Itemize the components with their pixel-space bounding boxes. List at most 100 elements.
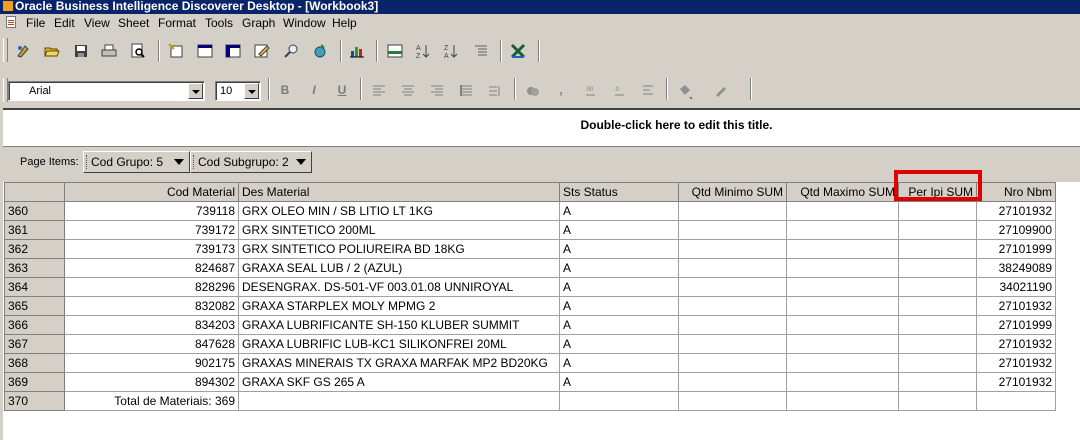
- row-number[interactable]: 366: [4, 315, 65, 335]
- table-cell[interactable]: [786, 258, 899, 278]
- table-row[interactable]: 367 847628 GRAXA LUBRIFIC LUB-KC1 SILIKONF…: [4, 334, 1056, 354]
- align-right-icon[interactable]: [426, 80, 448, 102]
- find-icon[interactable]: [280, 40, 302, 62]
- totals-icon[interactable]: [384, 40, 406, 62]
- table-cell[interactable]: GRAXA SEAL LUB / 2 (AZUL): [238, 258, 560, 278]
- table-cell[interactable]: 27101932: [976, 201, 1056, 221]
- table-cell[interactable]: GRX SINTETICO 200ML: [238, 220, 560, 240]
- table-cell[interactable]: [678, 201, 787, 221]
- table-cell[interactable]: [898, 201, 977, 221]
- table-cell[interactable]: 27101932: [976, 334, 1056, 354]
- underline-button[interactable]: U: [332, 80, 352, 100]
- drag-handle-icon[interactable]: [193, 155, 195, 169]
- menu-edit[interactable]: Edit: [54, 16, 75, 30]
- table-cell[interactable]: 847628: [64, 334, 239, 354]
- report-title[interactable]: Double-click here to edit this title.: [3, 118, 1080, 132]
- table-row[interactable]: 369 894302 GRAXA SKF GS 265 A A 27101932: [4, 372, 1056, 392]
- currency-icon[interactable]: [522, 80, 544, 102]
- table-cell[interactable]: A: [559, 296, 679, 316]
- corner-header[interactable]: [4, 182, 65, 202]
- table-cell[interactable]: 27101932: [976, 296, 1056, 316]
- table-row[interactable]: 360 739118 GRX OLEO MIN / SB LITIO LT 1KG A…: [4, 201, 1056, 221]
- indent-icon[interactable]: [638, 80, 660, 102]
- table-cell[interactable]: [976, 391, 1056, 411]
- table-icon[interactable]: [194, 40, 216, 62]
- table-cell[interactable]: [678, 277, 787, 297]
- menu-window[interactable]: Window: [283, 16, 326, 30]
- table-cell[interactable]: [898, 372, 977, 392]
- menu-graph[interactable]: Graph: [242, 16, 275, 30]
- table-cell[interactable]: [678, 372, 787, 392]
- refresh-icon[interactable]: [309, 40, 331, 62]
- table-cell[interactable]: GRAXA STARPLEX MOLY MPMG 2: [238, 296, 560, 316]
- decrease-decimal-icon[interactable]: .0: [609, 80, 631, 102]
- table-cell[interactable]: 902175: [64, 353, 239, 373]
- table-cell[interactable]: [786, 220, 899, 240]
- drag-handle-icon[interactable]: [86, 155, 88, 169]
- table-cell[interactable]: DESENGRAX. DS-501-VF 003.01.08 UNNIROYAL: [238, 277, 560, 297]
- table-cell[interactable]: 27109900: [976, 220, 1056, 240]
- table-row[interactable]: 363 824687 GRAXA SEAL LUB / 2 (AZUL) A 38249…: [4, 258, 1056, 278]
- chevron-down-icon[interactable]: [188, 83, 203, 99]
- table-cell[interactable]: GRAXA SKF GS 265 A: [238, 372, 560, 392]
- print-icon[interactable]: [98, 40, 120, 62]
- document-icon[interactable]: [6, 16, 16, 28]
- menu-view[interactable]: View: [84, 16, 110, 30]
- page-item-cod-grupo[interactable]: Cod Grupo: 5: [83, 151, 190, 173]
- table-row[interactable]: 370 Total de Materiais: 369: [4, 391, 1056, 411]
- row-number[interactable]: 368: [4, 353, 65, 373]
- table-cell[interactable]: A: [559, 353, 679, 373]
- table-cell[interactable]: [786, 315, 899, 335]
- column-header-qtd-minimo-sum[interactable]: Qtd Minimo SUM: [678, 182, 787, 202]
- table-cell[interactable]: 27101999: [976, 239, 1056, 259]
- table-cell[interactable]: 832082: [64, 296, 239, 316]
- crosstab-icon[interactable]: [222, 40, 244, 62]
- page-item-cod-subgrupo[interactable]: Cod Subgrupo: 2: [190, 151, 312, 173]
- table-cell[interactable]: A: [559, 239, 679, 259]
- menu-format[interactable]: Format: [158, 16, 196, 30]
- column-header-nro-nbm[interactable]: Nro Nbm: [976, 182, 1056, 202]
- table-cell[interactable]: [898, 334, 977, 354]
- table-cell[interactable]: [678, 296, 787, 316]
- column-header-sts-status[interactable]: Sts Status: [559, 182, 679, 202]
- row-number[interactable]: 361: [4, 220, 65, 240]
- edit-sheet-icon[interactable]: [251, 40, 273, 62]
- table-cell[interactable]: 828296: [64, 277, 239, 297]
- column-header-qtd-maximo-sum[interactable]: Qtd Maximo SUM: [786, 182, 899, 202]
- table-row[interactable]: 366 834203 GRAXA LUBRIFICANTE SH-150 KLUBE…: [4, 315, 1056, 335]
- table-cell[interactable]: GRAXA LUBRIFIC LUB-KC1 SILIKONFREI 20ML: [238, 334, 560, 354]
- table-cell[interactable]: Total de Materiais: 369: [64, 391, 239, 411]
- table-cell[interactable]: GRX OLEO MIN / SB LITIO LT 1KG: [238, 201, 560, 221]
- table-cell[interactable]: [786, 277, 899, 297]
- fill-color-icon[interactable]: [674, 80, 696, 102]
- italic-button[interactable]: I: [304, 80, 324, 100]
- table-cell[interactable]: A: [559, 372, 679, 392]
- row-number[interactable]: 369: [4, 372, 65, 392]
- table-cell[interactable]: [786, 296, 899, 316]
- table-cell[interactable]: [898, 239, 977, 259]
- table-cell[interactable]: [898, 391, 977, 411]
- table-cell[interactable]: [678, 353, 787, 373]
- table-cell[interactable]: GRX SINTETICO POLIUREIRA BD 18KG: [238, 239, 560, 259]
- table-cell[interactable]: A: [559, 315, 679, 335]
- chevron-down-icon[interactable]: [174, 159, 184, 165]
- table-cell[interactable]: [786, 391, 899, 411]
- table-row[interactable]: 361 739172 GRX SINTETICO 200ML A 27109900: [4, 220, 1056, 240]
- row-number[interactable]: 370: [4, 391, 65, 411]
- new-workbook-icon[interactable]: [12, 40, 34, 62]
- table-cell[interactable]: [786, 239, 899, 259]
- bold-button[interactable]: B: [275, 80, 295, 100]
- save-icon[interactable]: [70, 40, 92, 62]
- table-cell[interactable]: A: [559, 277, 679, 297]
- table-cell[interactable]: A: [559, 258, 679, 278]
- table-cell[interactable]: [559, 391, 679, 411]
- table-cell[interactable]: [678, 220, 787, 240]
- table-cell[interactable]: [898, 315, 977, 335]
- print-preview-icon[interactable]: [127, 40, 149, 62]
- text-format-icon[interactable]: [484, 80, 506, 102]
- table-cell[interactable]: 824687: [64, 258, 239, 278]
- chevron-down-icon[interactable]: [244, 83, 259, 99]
- column-header-des-material[interactable]: Des Material: [238, 182, 560, 202]
- column-header-cod-material[interactable]: Cod Material: [64, 182, 239, 202]
- row-number[interactable]: 365: [4, 296, 65, 316]
